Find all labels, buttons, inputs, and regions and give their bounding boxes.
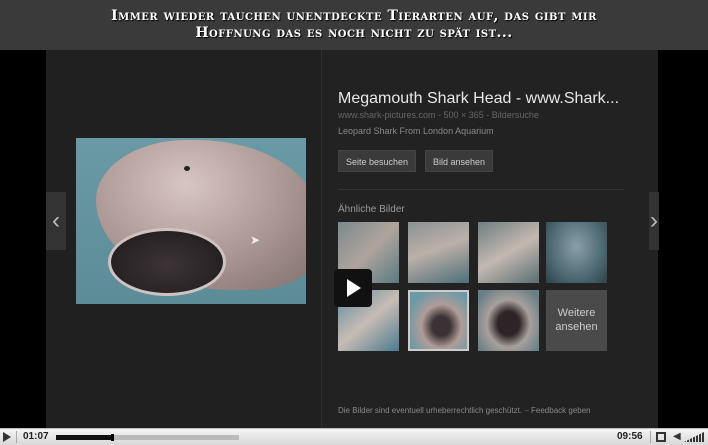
volume-icon[interactable]: ◀ <box>673 431 681 443</box>
details-pane: Megamouth Shark Head - www.Shark... www.… <box>322 50 658 428</box>
seek-bar-handle[interactable] <box>110 434 114 441</box>
video-frame[interactable]: ➤ Megamouth Shark Head - www.Shark... ww… <box>0 50 708 428</box>
chevron-right-icon[interactable]: › <box>649 192 659 250</box>
seek-bar-progress <box>56 435 112 440</box>
section-divider <box>338 189 624 190</box>
similar-thumb-7[interactable] <box>478 290 539 351</box>
player-controls: 01:07 09:56 ◀ <box>0 428 708 445</box>
shark-eye-shape <box>184 166 190 171</box>
copyright-notice: Die Bilder sind eventuell urheberrechtli… <box>338 406 523 415</box>
caption-line-1: Immer wieder tauchen unentdeckte Tierart… <box>111 8 597 24</box>
preview-pane: ➤ <box>46 50 321 428</box>
result-meta[interactable]: www.shark-pictures.com - 500 × 365 - Bil… <box>338 110 539 120</box>
chevron-left-icon[interactable]: ‹ <box>46 192 66 250</box>
similar-images-label: Ähnliche Bilder <box>338 204 405 215</box>
similar-thumb-6-selected[interactable] <box>408 290 469 351</box>
feedback-link[interactable]: Feedback geben <box>531 406 591 415</box>
view-image-button[interactable]: Bild ansehen <box>425 150 494 172</box>
similar-thumb-3[interactable] <box>478 222 539 283</box>
seek-bar[interactable] <box>56 434 239 441</box>
current-time: 01:07 <box>23 431 49 442</box>
result-title[interactable]: Megamouth Shark Head - www.Shark... <box>338 90 643 108</box>
play-icon[interactable] <box>3 432 11 442</box>
caption-line-2: Hoffnung das es noch nicht zu spät ist..… <box>195 25 513 41</box>
mouse-cursor-icon: ➤ <box>250 233 261 247</box>
duration: 09:56 <box>617 431 643 442</box>
copyright-footer: Die Bilder sind eventuell urheberrechtli… <box>338 406 591 415</box>
play-overlay-icon[interactable] <box>334 269 372 307</box>
more-images-button[interactable]: Weitere ansehen <box>546 290 607 351</box>
result-description: Leopard Shark From London Aquarium <box>338 126 494 136</box>
image-viewer: ➤ Megamouth Shark Head - www.Shark... ww… <box>46 50 658 428</box>
similar-thumb-2[interactable] <box>408 222 469 283</box>
similar-thumb-4[interactable] <box>546 222 607 283</box>
shark-preview-image[interactable] <box>76 138 306 304</box>
fullscreen-icon[interactable] <box>656 432 666 442</box>
video-caption: Immer wieder tauchen unentdeckte Tierart… <box>0 0 708 50</box>
visit-page-button[interactable]: Seite besuchen <box>338 150 417 172</box>
control-separator <box>16 431 17 443</box>
shark-mouth-shape <box>108 228 226 296</box>
volume-slider[interactable] <box>684 432 704 442</box>
control-separator <box>650 431 651 443</box>
